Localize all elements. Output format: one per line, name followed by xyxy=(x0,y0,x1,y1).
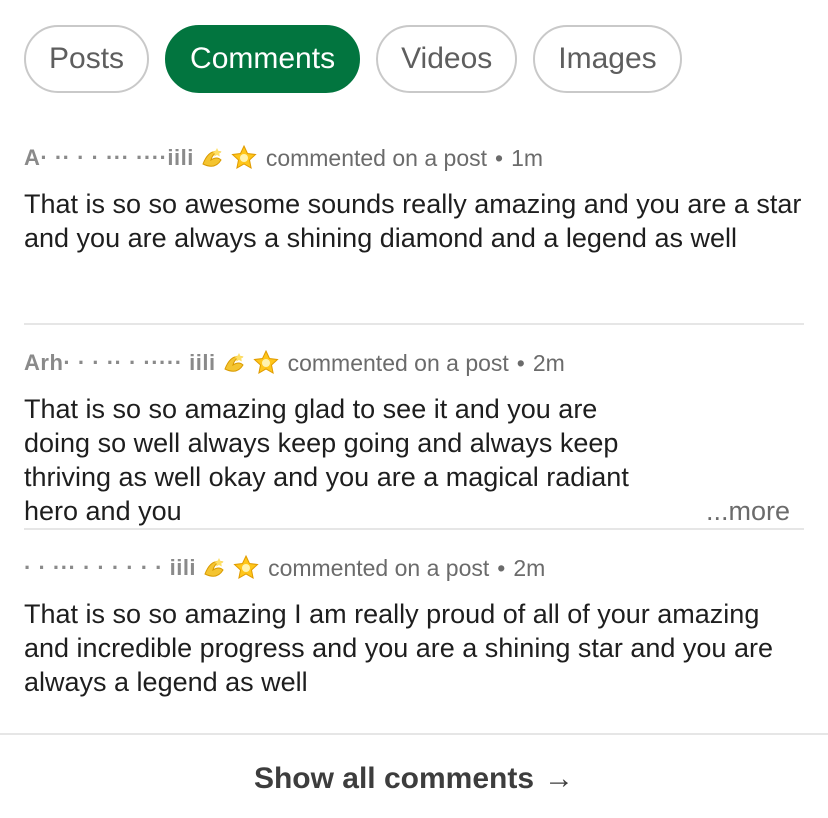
comment-author-name[interactable]: A· ·· · · ··· ····iili xyxy=(24,145,194,171)
see-more-link[interactable]: ...more xyxy=(695,494,790,528)
comment-activity: commented on a post xyxy=(268,554,490,581)
tab-comments[interactable]: Comments xyxy=(165,25,361,93)
comment-text-content: That is so so amazing glad to see it and… xyxy=(24,394,629,526)
comment-author-name[interactable]: · · ··· · · · · · · iili xyxy=(24,555,196,581)
glowing-star-icon xyxy=(252,349,280,377)
arrow-right-icon: → xyxy=(544,762,575,795)
comment-header: · · ··· · · · · · · iili commented on a … xyxy=(24,553,804,583)
show-all-comments-button[interactable]: Show all comments → xyxy=(0,762,828,796)
glowing-star-icon xyxy=(230,144,258,172)
comment-header: Arh· · · ·· · ····· iili commented on a … xyxy=(24,348,804,378)
separator-dot: • xyxy=(516,349,525,376)
comment-activity: commented on a post xyxy=(265,144,487,171)
comment-item[interactable]: Arh· · · ·· · ····· iili commented on a … xyxy=(24,348,804,528)
separator-dot: • xyxy=(495,144,504,171)
comment-activity: commented on a post xyxy=(287,349,509,376)
comment-time: 2m xyxy=(532,349,565,376)
tab-posts[interactable]: Posts xyxy=(24,25,150,93)
tab-images[interactable]: Images xyxy=(533,25,682,93)
divider xyxy=(24,528,804,530)
separator-dot: • xyxy=(497,554,506,581)
dizzy-icon xyxy=(199,144,227,172)
comment-text[interactable]: That is so so amazing I am really proud … xyxy=(24,597,804,699)
glowing-star-icon xyxy=(232,554,260,582)
comment-author-name[interactable]: Arh· · · ·· · ····· iili xyxy=(24,350,216,376)
show-all-comments-label: Show all comments xyxy=(253,762,535,795)
dizzy-icon xyxy=(221,349,249,377)
tab-bar: Posts Comments Videos Images xyxy=(24,25,682,93)
dizzy-icon xyxy=(201,554,229,582)
comment-time: 1m xyxy=(511,144,544,171)
comment-text[interactable]: That is so so awesome sounds really amaz… xyxy=(24,187,804,255)
comment-text[interactable]: That is so so amazing glad to see it and… xyxy=(24,392,804,528)
tab-videos[interactable]: Videos xyxy=(376,25,518,93)
comment-item[interactable]: · · ··· · · · · · · iili commented on a … xyxy=(24,553,804,699)
comment-item[interactable]: A· ·· · · ··· ····iili commented on a po… xyxy=(24,143,804,255)
comment-time: 2m xyxy=(513,554,546,581)
footer-divider xyxy=(0,733,828,735)
divider xyxy=(24,323,804,325)
comment-header: A· ·· · · ··· ····iili commented on a po… xyxy=(24,143,804,173)
